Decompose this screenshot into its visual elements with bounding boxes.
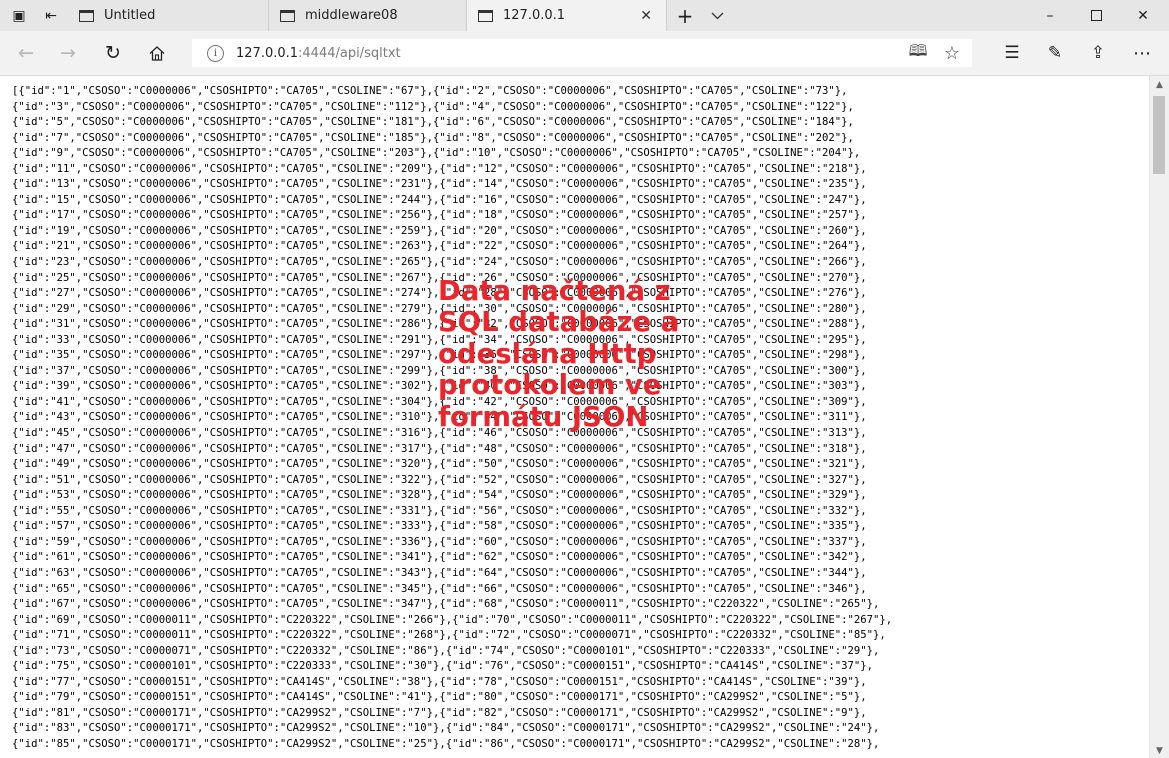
annotation-text: Data načtená z SQL databáze a odeslána Htt… <box>438 275 998 433</box>
tab-middleware08[interactable]: middleware08 <box>269 0 467 31</box>
json-line: {"id":"47","CSOSO":"C0000006","CSOSHIPTO… <box>12 442 867 455</box>
chevron-down-icon[interactable] <box>700 0 734 31</box>
scroll-thumb[interactable] <box>1153 96 1165 174</box>
forward-button[interactable]: → <box>48 31 88 75</box>
minimize-button[interactable]: – <box>1027 0 1073 31</box>
star-icon[interactable]: ☆ <box>936 39 968 67</box>
close-tab-icon[interactable]: ✕ <box>640 8 652 24</box>
json-line: {"id":"81","CSOSO":"C0000171","CSOSHIPTO… <box>12 706 867 719</box>
maximize-button[interactable] <box>1073 0 1119 31</box>
annotation-line: protokolem ve <box>438 369 662 402</box>
url-path: :4444/api/sqltxt <box>298 45 401 61</box>
refresh-button[interactable]: ↻ <box>93 31 133 75</box>
json-line: {"id":"79","CSOSO":"C0000151","CSOSHIPTO… <box>12 691 867 704</box>
json-line: {"id":"49","CSOSO":"C0000006","CSOSHIPTO… <box>12 458 867 471</box>
tab-bar: ▣ ⇤ Untitled middleware08 127.0.0.1 ✕ + … <box>0 0 1169 31</box>
json-line: {"id":"15","CSOSO":"C0000006","CSOSHIPTO… <box>12 193 867 206</box>
json-line: {"id":"13","CSOSO":"C0000006","CSOSHIPTO… <box>12 178 867 191</box>
json-line: {"id":"23","CSOSO":"C0000006","CSOSHIPTO… <box>12 256 867 269</box>
annotation-line: odeslána Http <box>438 337 657 370</box>
json-line: {"id":"67","CSOSO":"C0000006","CSOSHIPTO… <box>12 598 880 611</box>
new-tab-button[interactable]: + <box>668 0 702 31</box>
tab-actions-icon[interactable]: ▣ <box>2 0 36 31</box>
tab-title: 127.0.0.1 <box>503 8 566 23</box>
address-bar[interactable]: i 127.0.0.1 :4444/api/sqltxt 🕮 ☆ <box>192 39 972 67</box>
annotation-line: SQL databáze a <box>438 306 680 339</box>
tab-title: Untitled <box>104 8 156 23</box>
close-window-button[interactable]: ✕ <box>1120 0 1166 31</box>
page-icon <box>79 9 94 22</box>
back-button[interactable]: ← <box>6 31 46 75</box>
json-line: {"id":"51","CSOSO":"C0000006","CSOSHIPTO… <box>12 473 867 486</box>
address-toolbar: ← → ↻ i 127.0.0.1 :4444/api/sqltxt 🕮 ☆ ☰… <box>0 31 1169 76</box>
json-line: {"id":"5","CSOSO":"C0000006","CSOSHIPTO"… <box>12 116 854 129</box>
json-line: {"id":"17","CSOSO":"C0000006","CSOSHIPTO… <box>12 209 867 222</box>
more-icon[interactable]: ⋯ <box>1120 31 1164 75</box>
set-aside-tabs-icon[interactable]: ⇤ <box>34 0 68 31</box>
tab-localhost[interactable]: 127.0.0.1 ✕ <box>467 0 667 31</box>
share-icon[interactable]: ⇪ <box>1076 31 1120 75</box>
json-line: {"id":"9","CSOSO":"C0000006","CSOSHIPTO"… <box>12 147 861 160</box>
json-line: {"id":"63","CSOSO":"C0000006","CSOSHIPTO… <box>12 566 867 579</box>
json-line: {"id":"75","CSOSO":"C0000101","CSOSHIPTO… <box>12 660 874 673</box>
json-line: {"id":"73","CSOSO":"C0000071","CSOSHIPTO… <box>12 644 880 657</box>
page-content: [{"id":"1","CSOSO":"C0000006","CSOSHIPTO… <box>0 76 1149 758</box>
json-line: {"id":"21","CSOSO":"C0000006","CSOSHIPTO… <box>12 240 867 253</box>
url-host: 127.0.0.1 <box>236 45 299 61</box>
json-line: {"id":"57","CSOSO":"C0000006","CSOSHIPTO… <box>12 520 867 533</box>
json-line: {"id":"85","CSOSO":"C0000171","CSOSHIPTO… <box>12 737 880 750</box>
json-line: {"id":"55","CSOSO":"C0000006","CSOSHIPTO… <box>12 504 867 517</box>
json-line: {"id":"71","CSOSO":"C0000011","CSOSHIPTO… <box>12 629 886 642</box>
page-icon <box>280 9 295 22</box>
json-line: [{"id":"1","CSOSO":"C0000006","CSOSHIPTO… <box>12 85 848 97</box>
json-line: {"id":"11","CSOSO":"C0000006","CSOSHIPTO… <box>12 162 867 175</box>
scroll-up-icon[interactable]: ▲ <box>1150 80 1169 90</box>
json-line: {"id":"83","CSOSO":"C0000171","CSOSHIPTO… <box>12 722 880 735</box>
home-button[interactable] <box>137 31 177 75</box>
json-line: {"id":"59","CSOSO":"C0000006","CSOSHIPTO… <box>12 535 867 548</box>
tab-title: middleware08 <box>305 8 398 23</box>
annotation-line: Data načtená z <box>438 275 671 307</box>
json-line: {"id":"7","CSOSO":"C0000006","CSOSHIPTO"… <box>12 131 854 144</box>
json-line: {"id":"77","CSOSO":"C0000151","CSOSHIPTO… <box>12 675 867 688</box>
tab-untitled[interactable]: Untitled <box>68 0 269 31</box>
json-line: {"id":"53","CSOSO":"C0000006","CSOSHIPTO… <box>12 489 867 502</box>
json-line: {"id":"19","CSOSO":"C0000006","CSOSHIPTO… <box>12 224 867 237</box>
json-line: {"id":"69","CSOSO":"C0000011","CSOSHIPTO… <box>12 613 893 626</box>
annotation-line: formátu JSON <box>438 400 649 433</box>
page-icon <box>478 9 493 22</box>
json-line: {"id":"3","CSOSO":"C0000006","CSOSHIPTO"… <box>12 100 854 113</box>
json-line: {"id":"65","CSOSO":"C0000006","CSOSHIPTO… <box>12 582 867 595</box>
pen-icon[interactable]: ✎ <box>1033 31 1077 75</box>
favorites-hub-icon[interactable]: ☰ <box>990 31 1034 75</box>
scroll-down-icon[interactable]: ▼ <box>1150 746 1169 756</box>
reading-view-icon[interactable]: 🕮 <box>902 39 934 67</box>
vertical-scrollbar[interactable]: ▲ ▼ <box>1149 76 1169 758</box>
json-line: {"id":"61","CSOSO":"C0000006","CSOSHIPTO… <box>12 551 867 564</box>
info-icon[interactable]: i <box>207 44 224 62</box>
